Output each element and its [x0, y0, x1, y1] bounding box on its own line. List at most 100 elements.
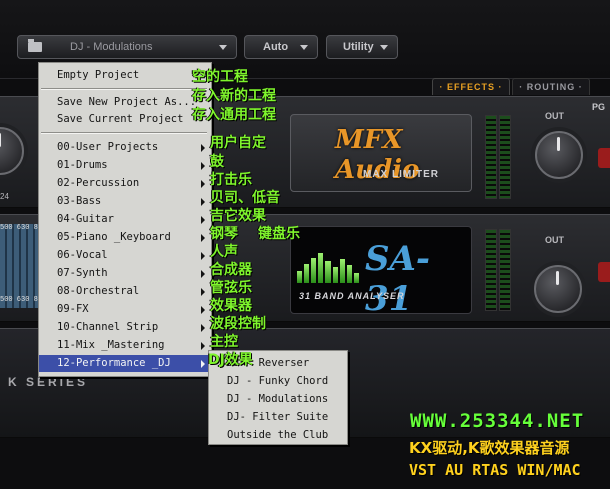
submenu-item-modulations[interactable]: DJ - Modulations — [209, 390, 345, 408]
output-knob[interactable] — [534, 265, 582, 313]
brand-logo: SA-31 — [365, 239, 431, 319]
annotation: 贝司、低音 — [210, 190, 280, 206]
chevron-right-icon — [201, 144, 205, 152]
output-knob[interactable] — [535, 131, 583, 179]
annotation: 存入新的工程 — [192, 88, 276, 104]
menu-item-channel-strip[interactable]: 10-Channel Strip — [39, 319, 209, 336]
menu-item-piano-keyboard[interactable]: 05-Piano _Keyboard — [39, 229, 209, 246]
chevron-right-icon — [201, 162, 205, 170]
menu-item-label: 07-Synth — [57, 267, 108, 279]
chevron-down-icon — [219, 45, 227, 50]
chevron-right-icon — [201, 234, 205, 242]
level-meter — [499, 115, 511, 199]
submenu-item-filter-suite[interactable]: DJ- Filter Suite — [209, 408, 345, 426]
menu-item-drums[interactable]: 01-Drums — [39, 157, 209, 174]
chevron-right-icon — [201, 270, 205, 278]
submenu-item-outside-the-club[interactable]: Outside the Club — [209, 426, 345, 444]
menu-item-performance-dj[interactable]: 12-Performance _DJ — [39, 355, 209, 372]
annotation: 人声 — [210, 244, 238, 260]
menu-item-orchestral[interactable]: 08-Orchestral — [39, 283, 209, 300]
menu-item-user-projects[interactable]: 00-User Projects — [39, 139, 209, 156]
menu-item-label: 05-Piano _Keyboard — [57, 231, 171, 243]
menu-item-label: Save Current Project — [57, 113, 184, 125]
series-label: K SERIES — [8, 375, 89, 389]
side-tab[interactable] — [598, 148, 610, 168]
annotation: 合成器 — [210, 262, 252, 278]
menu-item-label: Empty Project — [57, 69, 140, 81]
annotation: DJ效果 — [208, 352, 253, 368]
menu-item-label: 09-FX — [57, 303, 89, 315]
menu-item-label: 06-Vocal — [57, 249, 108, 261]
tab-routing[interactable]: · ROUTING · — [512, 78, 590, 95]
menu-item-fx[interactable]: 09-FX — [39, 301, 209, 318]
chevron-right-icon — [201, 180, 205, 188]
annotation: 主控 — [210, 334, 238, 350]
side-tab[interactable] — [598, 262, 610, 282]
menu-item-save-new[interactable]: Save New Project As... — [39, 94, 209, 111]
eq-freq-labels: 500 630 8 — [0, 296, 38, 304]
annotation: 吉它效果 — [210, 208, 266, 224]
watermark-url: WWW.253344.NET — [410, 410, 585, 432]
menu-item-label: 01-Drums — [57, 159, 108, 171]
level-meter — [499, 229, 511, 311]
menu-item-label: 04-Guitar — [57, 213, 114, 225]
annotation: 鼓 — [210, 154, 224, 170]
chevron-right-icon — [201, 324, 205, 332]
eq-freq-labels: 500 630 8 — [0, 224, 38, 232]
menu-item-empty-project[interactable]: Empty Project — [39, 67, 209, 84]
auto-dropdown[interactable]: Auto — [244, 35, 318, 59]
chevron-right-icon — [201, 306, 205, 314]
chevron-right-icon — [201, 288, 205, 296]
annotation: 管弦乐 — [210, 280, 252, 296]
level-meter — [485, 229, 497, 311]
preset-dropdown[interactable]: DJ - Modulations — [17, 35, 237, 59]
menu-separator — [41, 88, 207, 90]
chevron-right-icon — [201, 360, 205, 368]
annotation: 打击乐 — [210, 172, 252, 188]
menu-item-guitar[interactable]: 04-Guitar — [39, 211, 209, 228]
level-meter — [485, 115, 497, 199]
menu-item-mix-mastering[interactable]: 11-Mix _Mastering — [39, 337, 209, 354]
menu-item-label: 00-User Projects — [57, 141, 159, 153]
menu-item-label: 12-Performance _DJ — [57, 357, 171, 369]
folder-icon — [28, 39, 42, 52]
out-label: OUT — [545, 235, 564, 245]
watermark-formats: VST AU RTAS WIN/MAC — [409, 461, 581, 479]
knob-value: 24 — [0, 192, 9, 201]
annotation: 用户自定 — [210, 135, 266, 151]
menu-item-vocal[interactable]: 06-Vocal — [39, 247, 209, 264]
submenu-item-funky-chord[interactable]: DJ - Funky Chord — [209, 372, 345, 390]
menu-item-save-current[interactable]: Save Current Project — [39, 111, 209, 128]
limiter-faceplate: MFX Audio MAX LIMITER — [290, 114, 472, 192]
auto-label: Auto — [263, 41, 289, 53]
utility-dropdown[interactable]: Utility — [326, 35, 398, 59]
menu-separator — [41, 132, 207, 134]
plugin-name: 31 BAND ANALYSER — [299, 291, 405, 301]
tab-effects[interactable]: · EFFECTS · — [432, 78, 510, 95]
plugin-name: MAX LIMITER — [363, 169, 439, 180]
watermark-text: KX驱动,K歌效果器音源 — [409, 439, 570, 457]
preset-menu: Empty Project Save New Project As... Sav… — [38, 62, 212, 377]
menu-item-label: 08-Orchestral — [57, 285, 140, 297]
menu-item-label: 11-Mix _Mastering — [57, 339, 165, 351]
menu-item-label: 02-Percussion — [57, 177, 140, 189]
knob-pointer — [556, 271, 559, 285]
analyser-faceplate: SA-31 31 BAND ANALYSER — [290, 226, 472, 319]
annotation: 存入通用工程 — [192, 107, 276, 123]
left-knob[interactable] — [0, 127, 24, 175]
menu-item-label: 03-Bass — [57, 195, 102, 207]
annotation: 效果器 — [210, 298, 252, 314]
annotation: 钢琴 — [210, 226, 238, 242]
menu-item-synth[interactable]: 07-Synth — [39, 265, 209, 282]
annotation: 波段控制 — [210, 316, 266, 332]
annotation: 空的工程 — [192, 69, 248, 85]
menu-item-bass[interactable]: 03-Bass — [39, 193, 209, 210]
chevron-right-icon — [201, 198, 205, 206]
knob-pointer — [0, 133, 1, 147]
out-label: OUT — [545, 111, 564, 121]
chevron-right-icon — [201, 252, 205, 260]
menu-item-label: 10-Channel Strip — [57, 321, 159, 333]
menu-item-percussion[interactable]: 02-Percussion — [39, 175, 209, 192]
chevron-right-icon — [201, 216, 205, 224]
utility-label: Utility — [343, 41, 374, 53]
